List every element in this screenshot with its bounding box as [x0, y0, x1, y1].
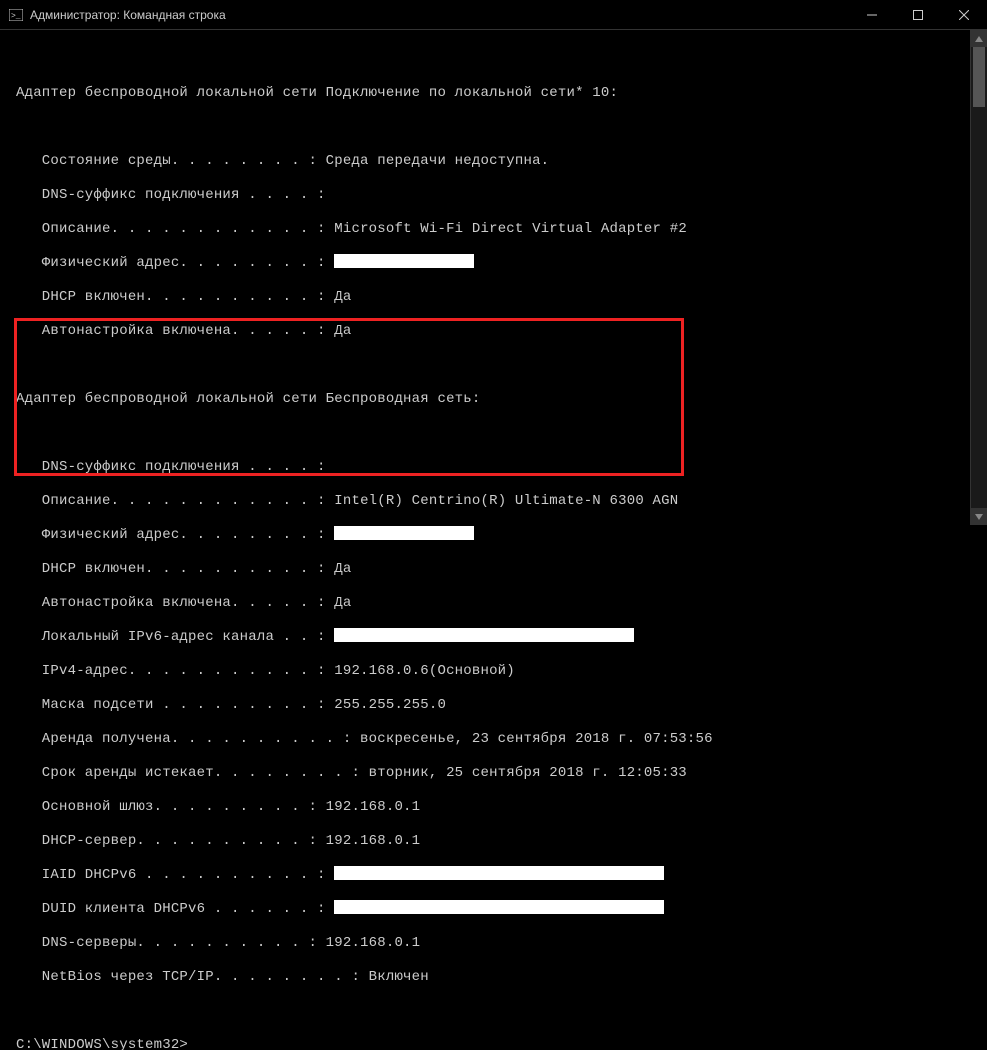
adapter1-dns-suffix: DNS-суффикс подключения . . . . : [16, 187, 979, 204]
adapter2-dns-suffix: DNS-суффикс подключения . . . . : [16, 459, 979, 476]
blank-line [16, 425, 979, 442]
adapter1-autoconf: Автонастройка включена. . . . . : Да [16, 323, 979, 340]
adapter2-gateway: Основной шлюз. . . . . . . . . : 192.168… [16, 799, 979, 816]
adapter2-ipv4: IPv4-адрес. . . . . . . . . . . : 192.16… [16, 663, 979, 680]
svg-text:>_: >_ [11, 12, 21, 21]
adapter1-physical-address: Физический адрес. . . . . . . . : [16, 255, 979, 272]
window-titlebar: >_ Администратор: Командная строка [0, 0, 987, 30]
adapter1-header: Адаптер беспроводной локальной сети Подк… [16, 85, 979, 102]
redacted-block [334, 628, 634, 642]
redacted-block [334, 254, 474, 268]
window-title: Администратор: Командная строка [30, 8, 849, 22]
adapter2-mask: Маска подсети . . . . . . . . . : 255.25… [16, 697, 979, 714]
scroll-thumb[interactable] [973, 47, 985, 107]
window-controls [849, 0, 987, 30]
adapter2-autoconf: Автонастройка включена. . . . . : Да [16, 595, 979, 612]
command-prompt: C:\WINDOWS\system32> [16, 1037, 979, 1050]
adapter2-header: Адаптер беспроводной локальной сети Бесп… [16, 391, 979, 408]
adapter2-dhcp: DHCP включен. . . . . . . . . . : Да [16, 561, 979, 578]
adapter2-lease-obtained: Аренда получена. . . . . . . . . . : вос… [16, 731, 979, 748]
adapter2-dhcp-server: DHCP-сервер. . . . . . . . . . : 192.168… [16, 833, 979, 850]
adapter1-description: Описание. . . . . . . . . . . . : Micros… [16, 221, 979, 238]
close-button[interactable] [941, 0, 987, 30]
redacted-block [334, 866, 664, 880]
adapter2-description: Описание. . . . . . . . . . . . : Intel(… [16, 493, 979, 510]
blank-line [16, 51, 979, 68]
adapter2-physical-address: Физический адрес. . . . . . . . : [16, 527, 979, 544]
console-output[interactable]: Адаптер беспроводной локальной сети Подк… [0, 30, 987, 525]
adapter2-duid: DUID клиента DHCPv6 . . . . . . : [16, 901, 979, 918]
scroll-track[interactable] [971, 47, 987, 508]
adapter2-iaid: IAID DHCPv6 . . . . . . . . . . : [16, 867, 979, 884]
adapter1-dhcp: DHCP включен. . . . . . . . . . : Да [16, 289, 979, 306]
blank-line [16, 357, 979, 374]
maximize-button[interactable] [895, 0, 941, 30]
vertical-scrollbar[interactable] [970, 30, 987, 525]
adapter2-ipv6: Локальный IPv6-адрес канала . . : [16, 629, 979, 646]
adapter2-netbios: NetBios через TCP/IP. . . . . . . . : Вк… [16, 969, 979, 986]
scroll-up-button[interactable] [971, 30, 987, 47]
redacted-block [334, 900, 664, 914]
cmd-icon: >_ [8, 7, 24, 23]
adapter1-media-state: Состояние среды. . . . . . . . : Среда п… [16, 153, 979, 170]
minimize-button[interactable] [849, 0, 895, 30]
adapter2-dns: DNS-серверы. . . . . . . . . . : 192.168… [16, 935, 979, 952]
blank-line [16, 1003, 979, 1020]
blank-line [16, 119, 979, 136]
adapter2-lease-expires: Срок аренды истекает. . . . . . . . : вт… [16, 765, 979, 782]
redacted-block [334, 526, 474, 540]
scroll-down-button[interactable] [971, 508, 987, 525]
